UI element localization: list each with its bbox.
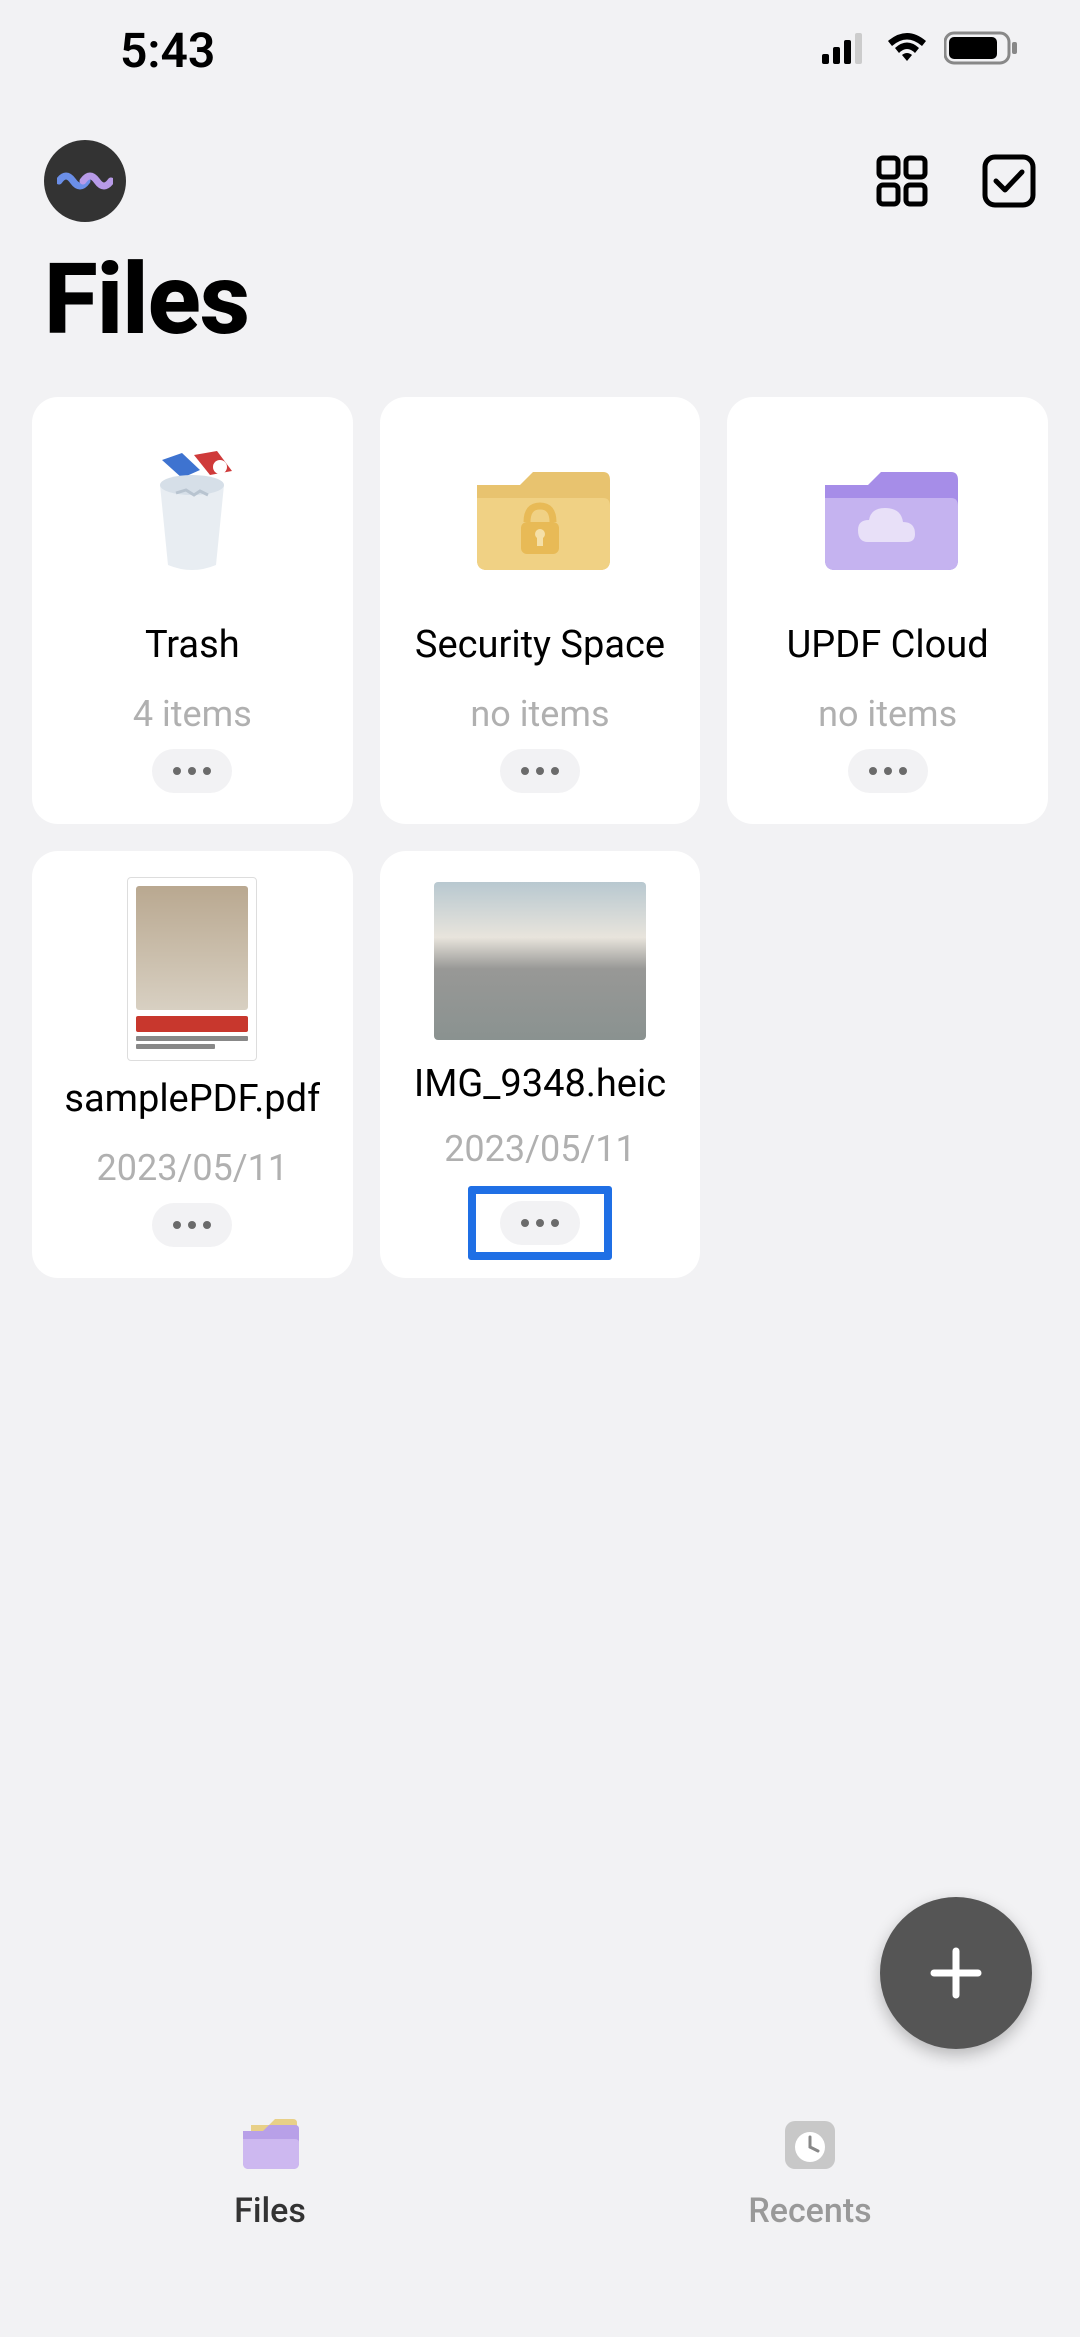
more-button[interactable]: [500, 1201, 580, 1245]
status-icons: [822, 30, 1020, 70]
card-subtitle: no items: [818, 693, 957, 735]
card-title: UPDF Cloud: [787, 623, 989, 667]
card-subtitle: 4 items: [133, 693, 252, 735]
nav-files[interactable]: Files: [0, 2117, 540, 2337]
card-title: samplePDF.pdf: [64, 1077, 320, 1121]
status-time: 5:43: [120, 22, 215, 79]
nav-label: Files: [234, 2191, 306, 2231]
card-security-space[interactable]: Security Space no items: [380, 397, 701, 824]
card-title: Trash: [145, 623, 240, 667]
add-button[interactable]: [880, 1897, 1032, 2049]
more-button[interactable]: [152, 749, 232, 793]
pdf-thumbnail: [42, 881, 343, 1057]
cloud-folder-icon: [737, 427, 1038, 603]
wifi-icon: [884, 31, 930, 69]
avatar[interactable]: [44, 140, 126, 222]
header: [0, 100, 1080, 242]
highlighted-more: [468, 1186, 612, 1260]
folder-icon: [237, 2117, 303, 2177]
card-title: IMG_9348.heic: [414, 1062, 666, 1102]
battery-icon: [944, 30, 1020, 70]
more-button[interactable]: [152, 1203, 232, 1247]
files-grid: Trash 4 items Security Space no items: [0, 397, 1080, 1278]
card-subtitle: 2023/05/11: [444, 1128, 636, 1170]
select-icon[interactable]: [982, 154, 1036, 208]
card-subtitle: 2023/05/11: [97, 1147, 289, 1189]
page-title: Files: [0, 242, 1080, 397]
card-subtitle: no items: [470, 693, 609, 735]
card-updf-cloud[interactable]: UPDF Cloud no items: [727, 397, 1048, 824]
status-bar: 5:43: [0, 0, 1080, 100]
nav-recents[interactable]: Recents: [540, 2117, 1080, 2337]
card-img-heic[interactable]: IMG_9348.heic 2023/05/11: [380, 851, 701, 1278]
bottom-nav: Files Recents: [0, 2097, 1080, 2337]
card-sample-pdf[interactable]: samplePDF.pdf 2023/05/11: [32, 851, 353, 1278]
card-trash[interactable]: Trash 4 items: [32, 397, 353, 824]
lock-folder-icon: [390, 427, 691, 603]
more-button[interactable]: [500, 749, 580, 793]
card-title: Security Space: [415, 623, 665, 667]
nav-label: Recents: [748, 2191, 871, 2231]
image-thumbnail: [390, 881, 691, 1042]
more-button[interactable]: [848, 749, 928, 793]
trash-icon: [42, 427, 343, 603]
grid-view-icon[interactable]: [876, 155, 928, 207]
clock-icon: [779, 2117, 841, 2177]
cellular-icon: [822, 32, 870, 68]
